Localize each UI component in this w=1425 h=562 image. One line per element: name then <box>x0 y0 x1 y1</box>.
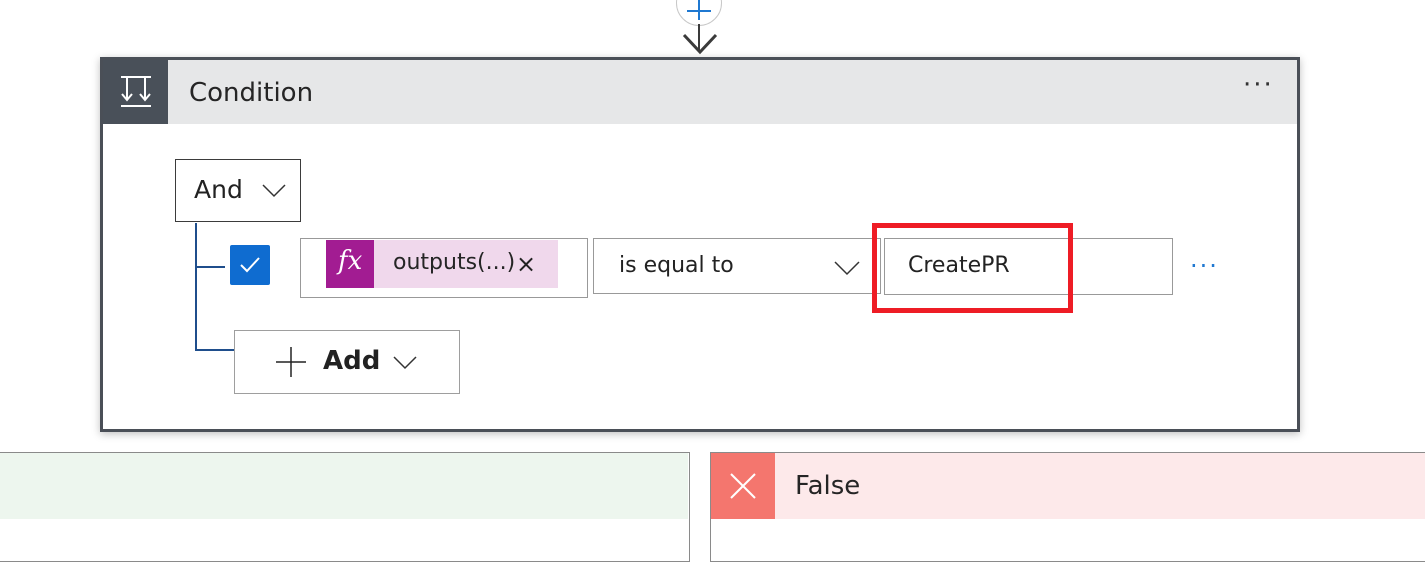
tree-connector <box>195 223 197 351</box>
add-label: Add <box>323 346 381 376</box>
add-dropdown-button[interactable]: Add <box>234 330 460 394</box>
chevron-down-icon <box>834 261 860 276</box>
expression-token[interactable]: fx outputs(...) × <box>326 240 558 288</box>
expression-token-label: outputs(...) <box>393 250 516 275</box>
highlight-box <box>872 223 1073 313</box>
checkmark-icon <box>240 257 260 273</box>
condition-header[interactable]: Condition ··· <box>103 60 1297 124</box>
left-operand-field[interactable]: fx outputs(...) × <box>300 238 588 298</box>
condition-card: Condition ··· And fx outputs(...) × is e… <box>100 57 1300 432</box>
condition-icon <box>103 60 168 124</box>
false-branch-header[interactable]: False <box>711 453 1425 519</box>
close-icon <box>711 453 775 519</box>
false-branch: False <box>710 452 1425 562</box>
close-icon[interactable]: × <box>516 250 536 278</box>
operator-label: is equal to <box>619 253 734 278</box>
chevron-down-icon <box>393 356 417 370</box>
tree-connector-row <box>197 266 225 268</box>
tree-connector-add <box>197 349 237 351</box>
row-menu-button[interactable]: ··· <box>1190 252 1219 280</box>
false-branch-label: False <box>795 471 861 501</box>
operator-dropdown[interactable]: is equal to <box>593 238 881 294</box>
true-branch <box>0 452 690 562</box>
plus-icon <box>687 0 711 20</box>
fx-icon: fx <box>326 240 374 288</box>
condition-title: Condition <box>189 78 314 108</box>
true-branch-header[interactable] <box>0 453 688 519</box>
condition-menu-button[interactable]: ··· <box>1243 70 1274 100</box>
chevron-down-icon <box>262 184 286 198</box>
group-operator-label: And <box>194 175 243 204</box>
row-checkbox[interactable] <box>230 245 270 285</box>
down-arrow-icon <box>682 33 718 55</box>
group-operator-dropdown[interactable]: And <box>175 159 301 222</box>
plus-icon <box>276 347 306 377</box>
insert-step-button[interactable] <box>676 0 722 26</box>
